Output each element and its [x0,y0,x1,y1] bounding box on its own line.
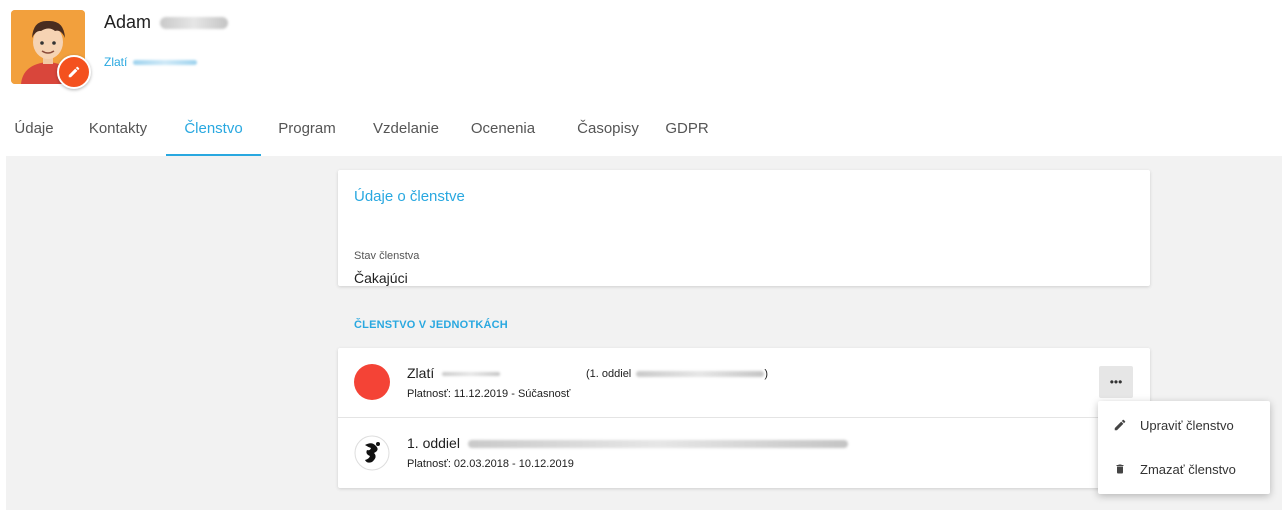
edit-avatar-button[interactable] [57,55,91,89]
tab-label: Vzdelanie [373,120,439,137]
tab-clenstvo[interactable]: Členstvo [166,110,261,156]
tab-kontakty[interactable]: Kontakty [80,110,156,156]
unit-validity: Platnosť: 02.03.2018 - 10.12.2019 [407,458,574,470]
unit-title-text: 1. oddiel [407,435,460,451]
tab-label: Program [278,120,336,137]
membership-info-card: Údaje o členstve Stav členstva Čakajúci [338,170,1150,286]
tab-label: Ocenenia [470,120,536,137]
more-actions-button[interactable]: ••• [1099,366,1133,398]
membership-card-title: Údaje o členstve [354,188,465,205]
profile-name-text: Adam [104,12,152,32]
unit-title: Zlatí [407,365,501,381]
profile-name: Adam [104,12,229,33]
redacted-unit [132,60,197,66]
list-item[interactable]: 1. oddiel Platnosť: 02.03.2018 - 10.12.2… [338,418,1150,488]
tab-udaje[interactable]: Údaje [10,110,58,156]
avatar[interactable] [11,10,91,89]
membership-status-label: Stav členstva [354,250,420,262]
pencil-icon [68,66,80,78]
tab-label: GDPR [665,120,709,137]
unit-parent: (1. oddiel ) [586,368,768,380]
trash-icon [1112,461,1128,477]
menu-item-label: Upraviť členstvo [1140,418,1234,433]
more-icon: ••• [1109,375,1123,389]
menu-item-label: Zmazať členstvo [1140,462,1236,477]
context-menu: Upraviť členstvo Zmazať členstvo [1098,401,1270,494]
unit-color-dot [354,364,390,400]
units-list-card: Zlatí (1. oddiel ) Platnosť: 11.12.2019 … [338,348,1150,488]
pencil-icon [1112,417,1128,433]
tab-label: Kontakty [88,120,148,137]
content-area: Údaje o členstve Stav členstva Čakajúci … [6,156,1282,510]
redacted-text [467,440,848,449]
list-item[interactable]: Zlatí (1. oddiel ) Platnosť: 11.12.2019 … [338,348,1150,418]
delete-membership-menu-item[interactable]: Zmazať členstvo [1098,447,1270,491]
tab-label: Časopisy [577,120,639,137]
profile-tabs: Údaje Kontakty Členstvo Program Vzdelani… [0,110,1282,156]
tab-ocenenia[interactable]: Ocenenia [458,110,548,156]
unit-logo [354,435,390,471]
unit-parent-close: ) [764,368,768,380]
unit-title: 1. oddiel [407,435,848,451]
unit-title-text: Zlatí [407,365,435,381]
redacted-text [442,372,501,377]
tab-vzdelanie[interactable]: Vzdelanie [364,110,448,156]
tab-label: Údaje [14,120,54,137]
redacted-text [636,371,765,378]
units-section-heading: ČLENSTVO V JEDNOTKÁCH [354,319,508,331]
unit-parent-text: (1. oddiel [586,368,632,380]
profile-header: Adam Zlatí [0,0,1282,100]
edit-membership-menu-item[interactable]: Upraviť členstvo [1098,403,1270,447]
redacted-surname [160,17,229,30]
unit-emblem-icon [354,435,390,471]
unit-validity: Platnosť: 11.12.2019 - Súčasnosť [407,388,571,400]
tab-program[interactable]: Program [270,110,344,156]
profile-unit-text: Zlatí [104,55,128,69]
membership-status-value: Čakajúci [354,270,408,286]
tab-gdpr[interactable]: GDPR [664,110,710,156]
tab-label: Členstvo [184,120,243,137]
tab-casopisy[interactable]: Časopisy [567,110,649,156]
profile-unit-link[interactable]: Zlatí [104,55,197,69]
